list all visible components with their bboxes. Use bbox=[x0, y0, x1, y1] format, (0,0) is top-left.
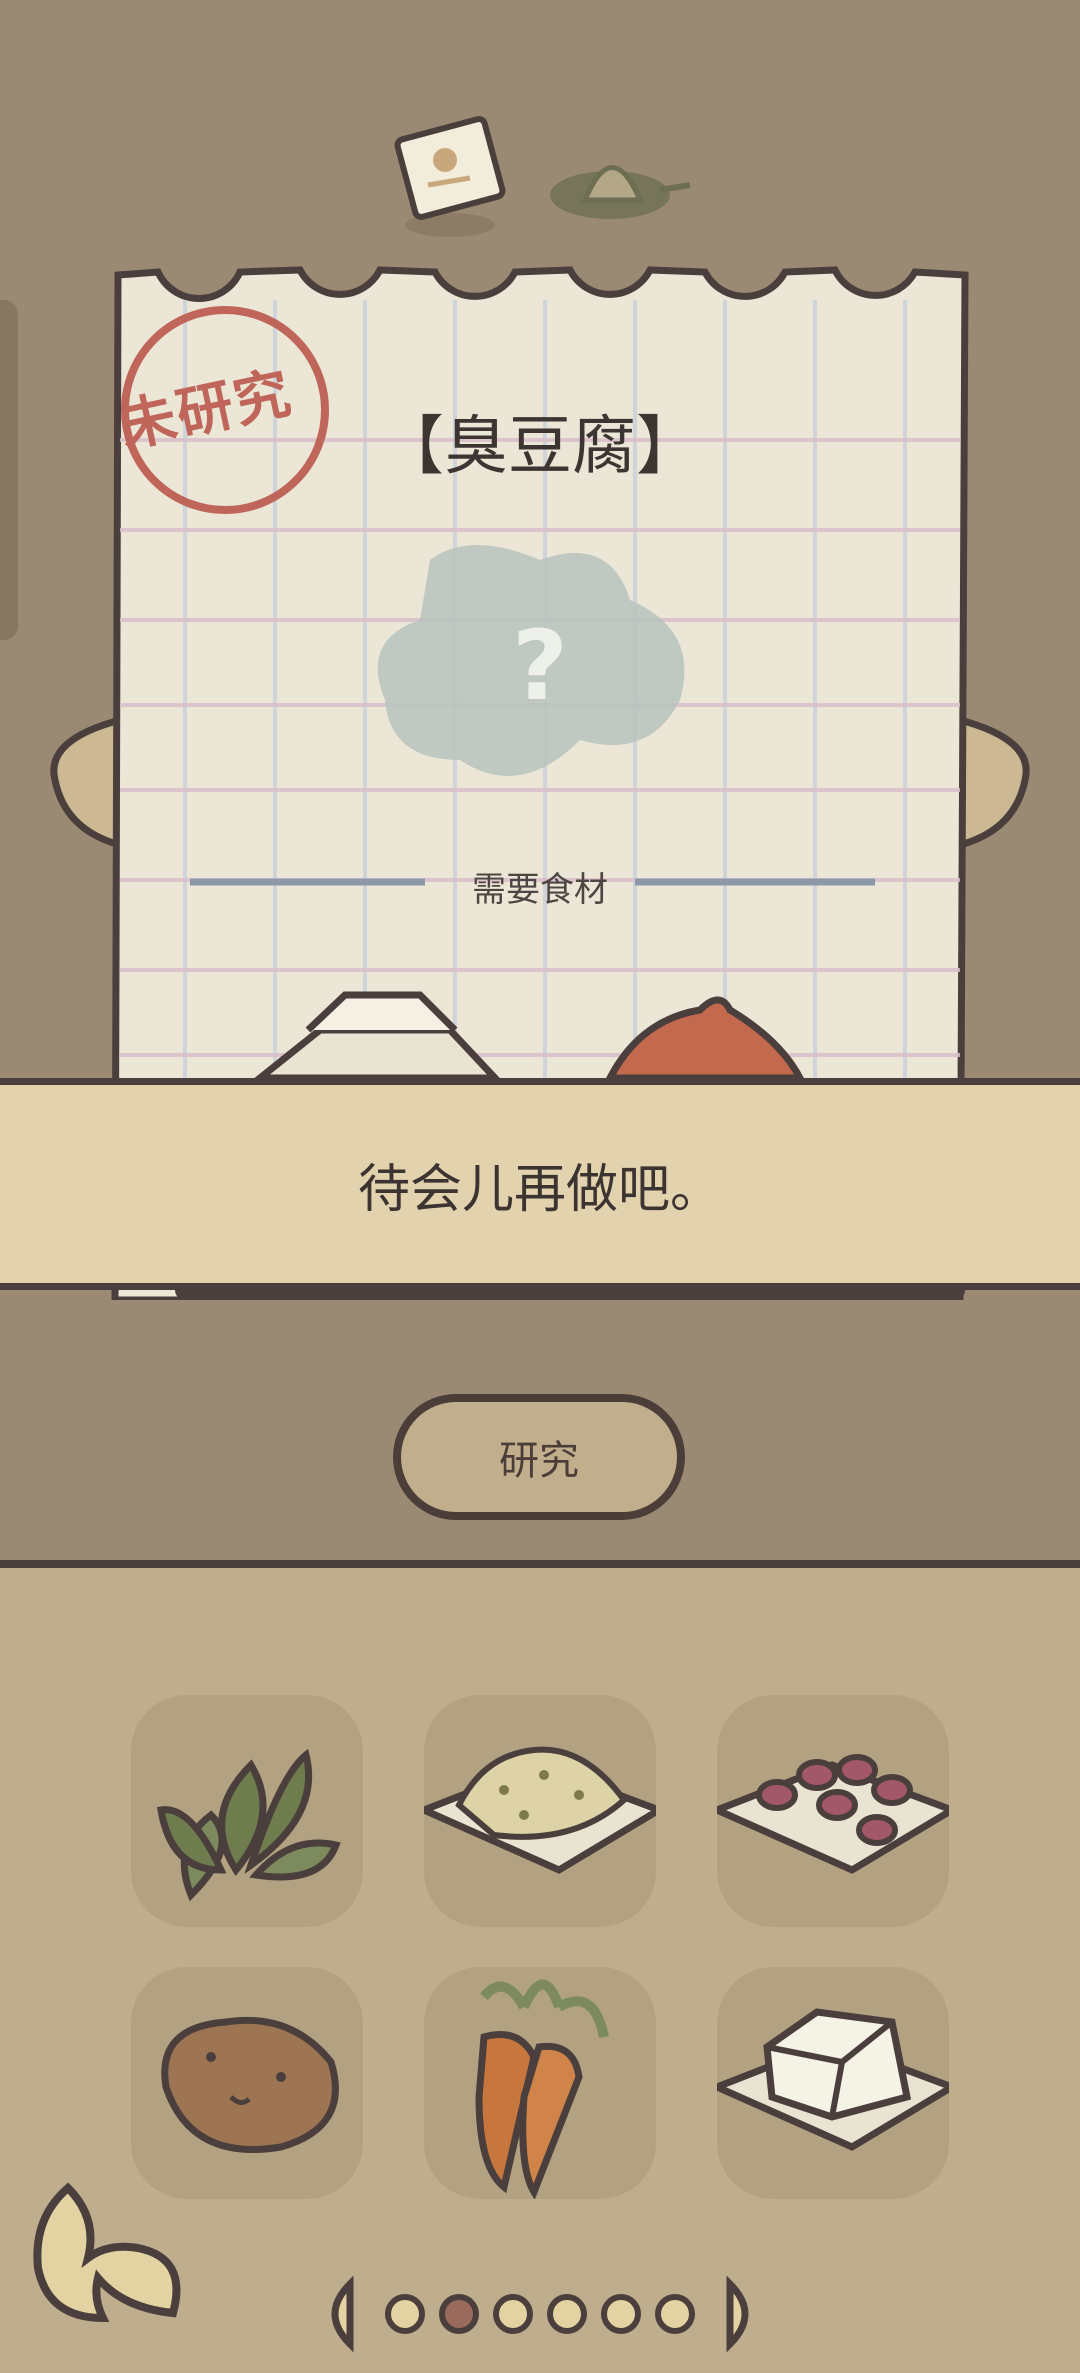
recipe-title: 【臭豆腐】 bbox=[380, 410, 700, 484]
page-dot-active bbox=[439, 2294, 479, 2334]
ingredient-slot-carrot[interactable] bbox=[424, 1967, 656, 2200]
back-arrow-icon[interactable] bbox=[28, 2178, 188, 2328]
research-button[interactable]: 研究 bbox=[393, 1394, 685, 1520]
prev-page-icon bbox=[331, 2275, 354, 2353]
onigiri-icon[interactable] bbox=[550, 165, 691, 220]
red-bean-plate-icon bbox=[707, 1754, 961, 1874]
dialog-box[interactable]: 待会儿再做吧。 bbox=[0, 1078, 1080, 1290]
page-dot bbox=[547, 2294, 587, 2334]
unknown-mark: ? bbox=[512, 610, 568, 722]
dialog-text: 待会儿再做吧。 bbox=[357, 1159, 722, 1220]
tofu-plate-icon bbox=[707, 2008, 961, 2151]
ingredient-slot-mashed-beans[interactable] bbox=[414, 1695, 668, 1927]
ingredient-slot-potato[interactable] bbox=[131, 1967, 363, 2199]
page-indicator bbox=[331, 2275, 749, 2353]
ingredient-slot-tofu[interactable] bbox=[707, 1967, 961, 2199]
required-ingredients-label: 需要食材 bbox=[472, 870, 608, 910]
page-dot bbox=[655, 2294, 695, 2334]
recipe-card-icon[interactable] bbox=[394, 116, 506, 237]
panel-divider bbox=[0, 1560, 1080, 1568]
page-dot bbox=[601, 2294, 641, 2334]
ingredient-slot-red-beans[interactable] bbox=[707, 1695, 961, 1927]
paper-bottom-edge bbox=[175, 1290, 965, 1300]
page-dot bbox=[385, 2294, 425, 2334]
page-dot bbox=[493, 2294, 533, 2334]
carrot-icon bbox=[475, 1979, 609, 2200]
ingredient-slot-basil[interactable] bbox=[131, 1695, 363, 1927]
potato-icon bbox=[161, 2016, 339, 2153]
grain-plate-icon bbox=[414, 1746, 668, 1874]
leaf-icon bbox=[156, 1748, 341, 1902]
left-handle bbox=[50, 715, 124, 850]
research-button-label: 研究 bbox=[499, 1438, 579, 1484]
right-handle bbox=[956, 715, 1030, 850]
next-page-icon bbox=[726, 2275, 749, 2353]
